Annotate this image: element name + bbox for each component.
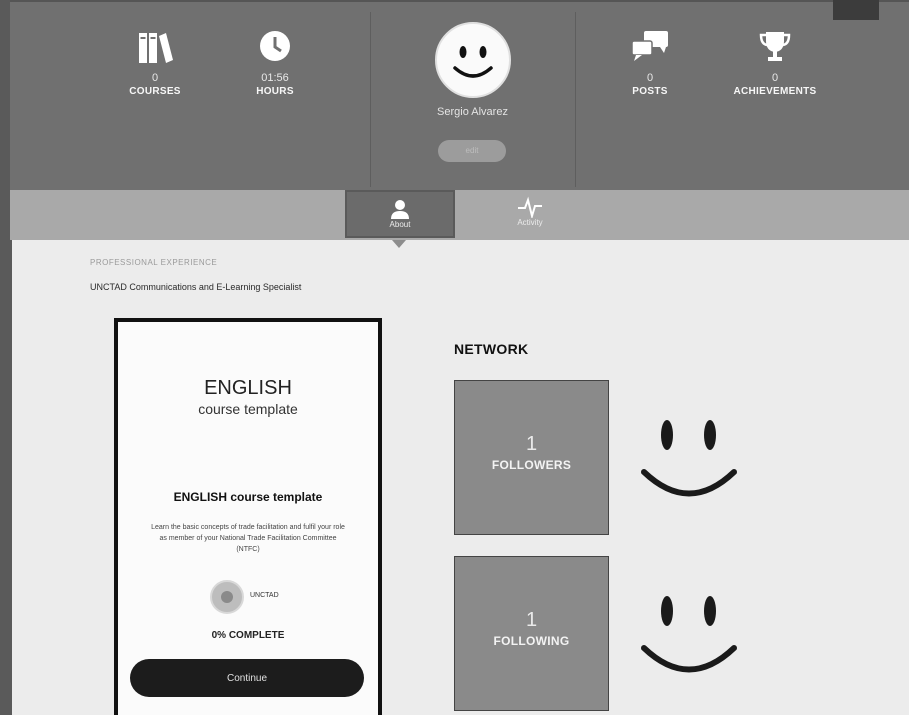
books-icon bbox=[95, 26, 215, 66]
top-right-notch bbox=[833, 0, 879, 20]
globe-icon bbox=[221, 591, 233, 603]
course-cover-subtitle: course template bbox=[198, 401, 298, 417]
stat-label: HOURS bbox=[256, 86, 294, 97]
follower-avatar-smiley-icon[interactable] bbox=[612, 380, 767, 535]
profile-tabs: About Activity bbox=[10, 190, 909, 240]
smiley-icon bbox=[453, 46, 493, 78]
professional-experience-text: UNCTAD Communications and E-Learning Spe… bbox=[90, 282, 302, 292]
stat-achievements[interactable]: 0 ACHIEVEMENTS bbox=[715, 26, 835, 97]
stat-label: COURSES bbox=[129, 86, 181, 97]
stat-courses[interactable]: 0 COURSES bbox=[95, 26, 215, 97]
stat-label: POSTS bbox=[632, 86, 668, 97]
course-title[interactable]: ENGLISH course template bbox=[118, 490, 378, 504]
stat-value: 01:56 bbox=[261, 72, 289, 84]
tab-label: About bbox=[389, 220, 411, 229]
stat-hours[interactable]: 01:56 HOURS bbox=[215, 26, 335, 97]
organization-logo bbox=[210, 580, 244, 614]
followers-count: 1 bbox=[525, 433, 538, 455]
course-card[interactable]: ENGLISH course template ENGLISH course t… bbox=[114, 318, 382, 715]
stat-value: 0 bbox=[151, 72, 159, 84]
active-tab-pointer bbox=[392, 240, 406, 248]
continue-button[interactable]: Continue bbox=[130, 659, 364, 697]
user-name: Sergio Alvarez bbox=[437, 106, 508, 118]
section-heading: PROFESSIONAL EXPERIENCE bbox=[90, 258, 218, 267]
stat-label: ACHIEVEMENTS bbox=[733, 86, 817, 97]
trophy-icon bbox=[715, 26, 835, 66]
profile-header: 0 COURSES 01:56 HOURS Sergio Alvarez edi… bbox=[10, 0, 909, 190]
network-title: NETWORK bbox=[454, 341, 529, 357]
following-count: 1 bbox=[525, 609, 538, 631]
user-avatar[interactable] bbox=[435, 22, 511, 98]
header-divider bbox=[575, 12, 576, 187]
profile-page: 0 COURSES 01:56 HOURS Sergio Alvarez edi… bbox=[0, 0, 909, 715]
followers-box[interactable]: 1 FOLLOWERS bbox=[454, 380, 609, 535]
followers-label: FOLLOWERS bbox=[491, 458, 572, 472]
pulse-icon bbox=[475, 190, 585, 218]
chat-bubbles-icon bbox=[590, 26, 710, 66]
header-divider bbox=[370, 12, 371, 187]
edit-profile-button[interactable]: edit bbox=[438, 140, 506, 162]
organization-name: UNCTAD bbox=[250, 592, 279, 599]
course-cover-title: ENGLISH bbox=[204, 377, 292, 399]
stat-posts[interactable]: 0 POSTS bbox=[590, 26, 710, 97]
stat-value: 0 bbox=[646, 72, 654, 84]
course-description: Learn the basic concepts of trade facili… bbox=[151, 524, 345, 553]
clock-icon bbox=[215, 26, 335, 66]
tab-about[interactable]: About bbox=[345, 190, 455, 238]
tab-label: Activity bbox=[517, 218, 543, 227]
following-avatar-smiley-icon[interactable] bbox=[612, 556, 767, 711]
stat-value: 0 bbox=[771, 72, 779, 84]
following-box[interactable]: 1 FOLLOWING bbox=[454, 556, 609, 711]
following-label: FOLLOWING bbox=[493, 634, 570, 648]
person-icon bbox=[347, 192, 453, 220]
tab-activity[interactable]: Activity bbox=[475, 190, 585, 238]
course-progress: 0% COMPLETE bbox=[211, 630, 285, 641]
